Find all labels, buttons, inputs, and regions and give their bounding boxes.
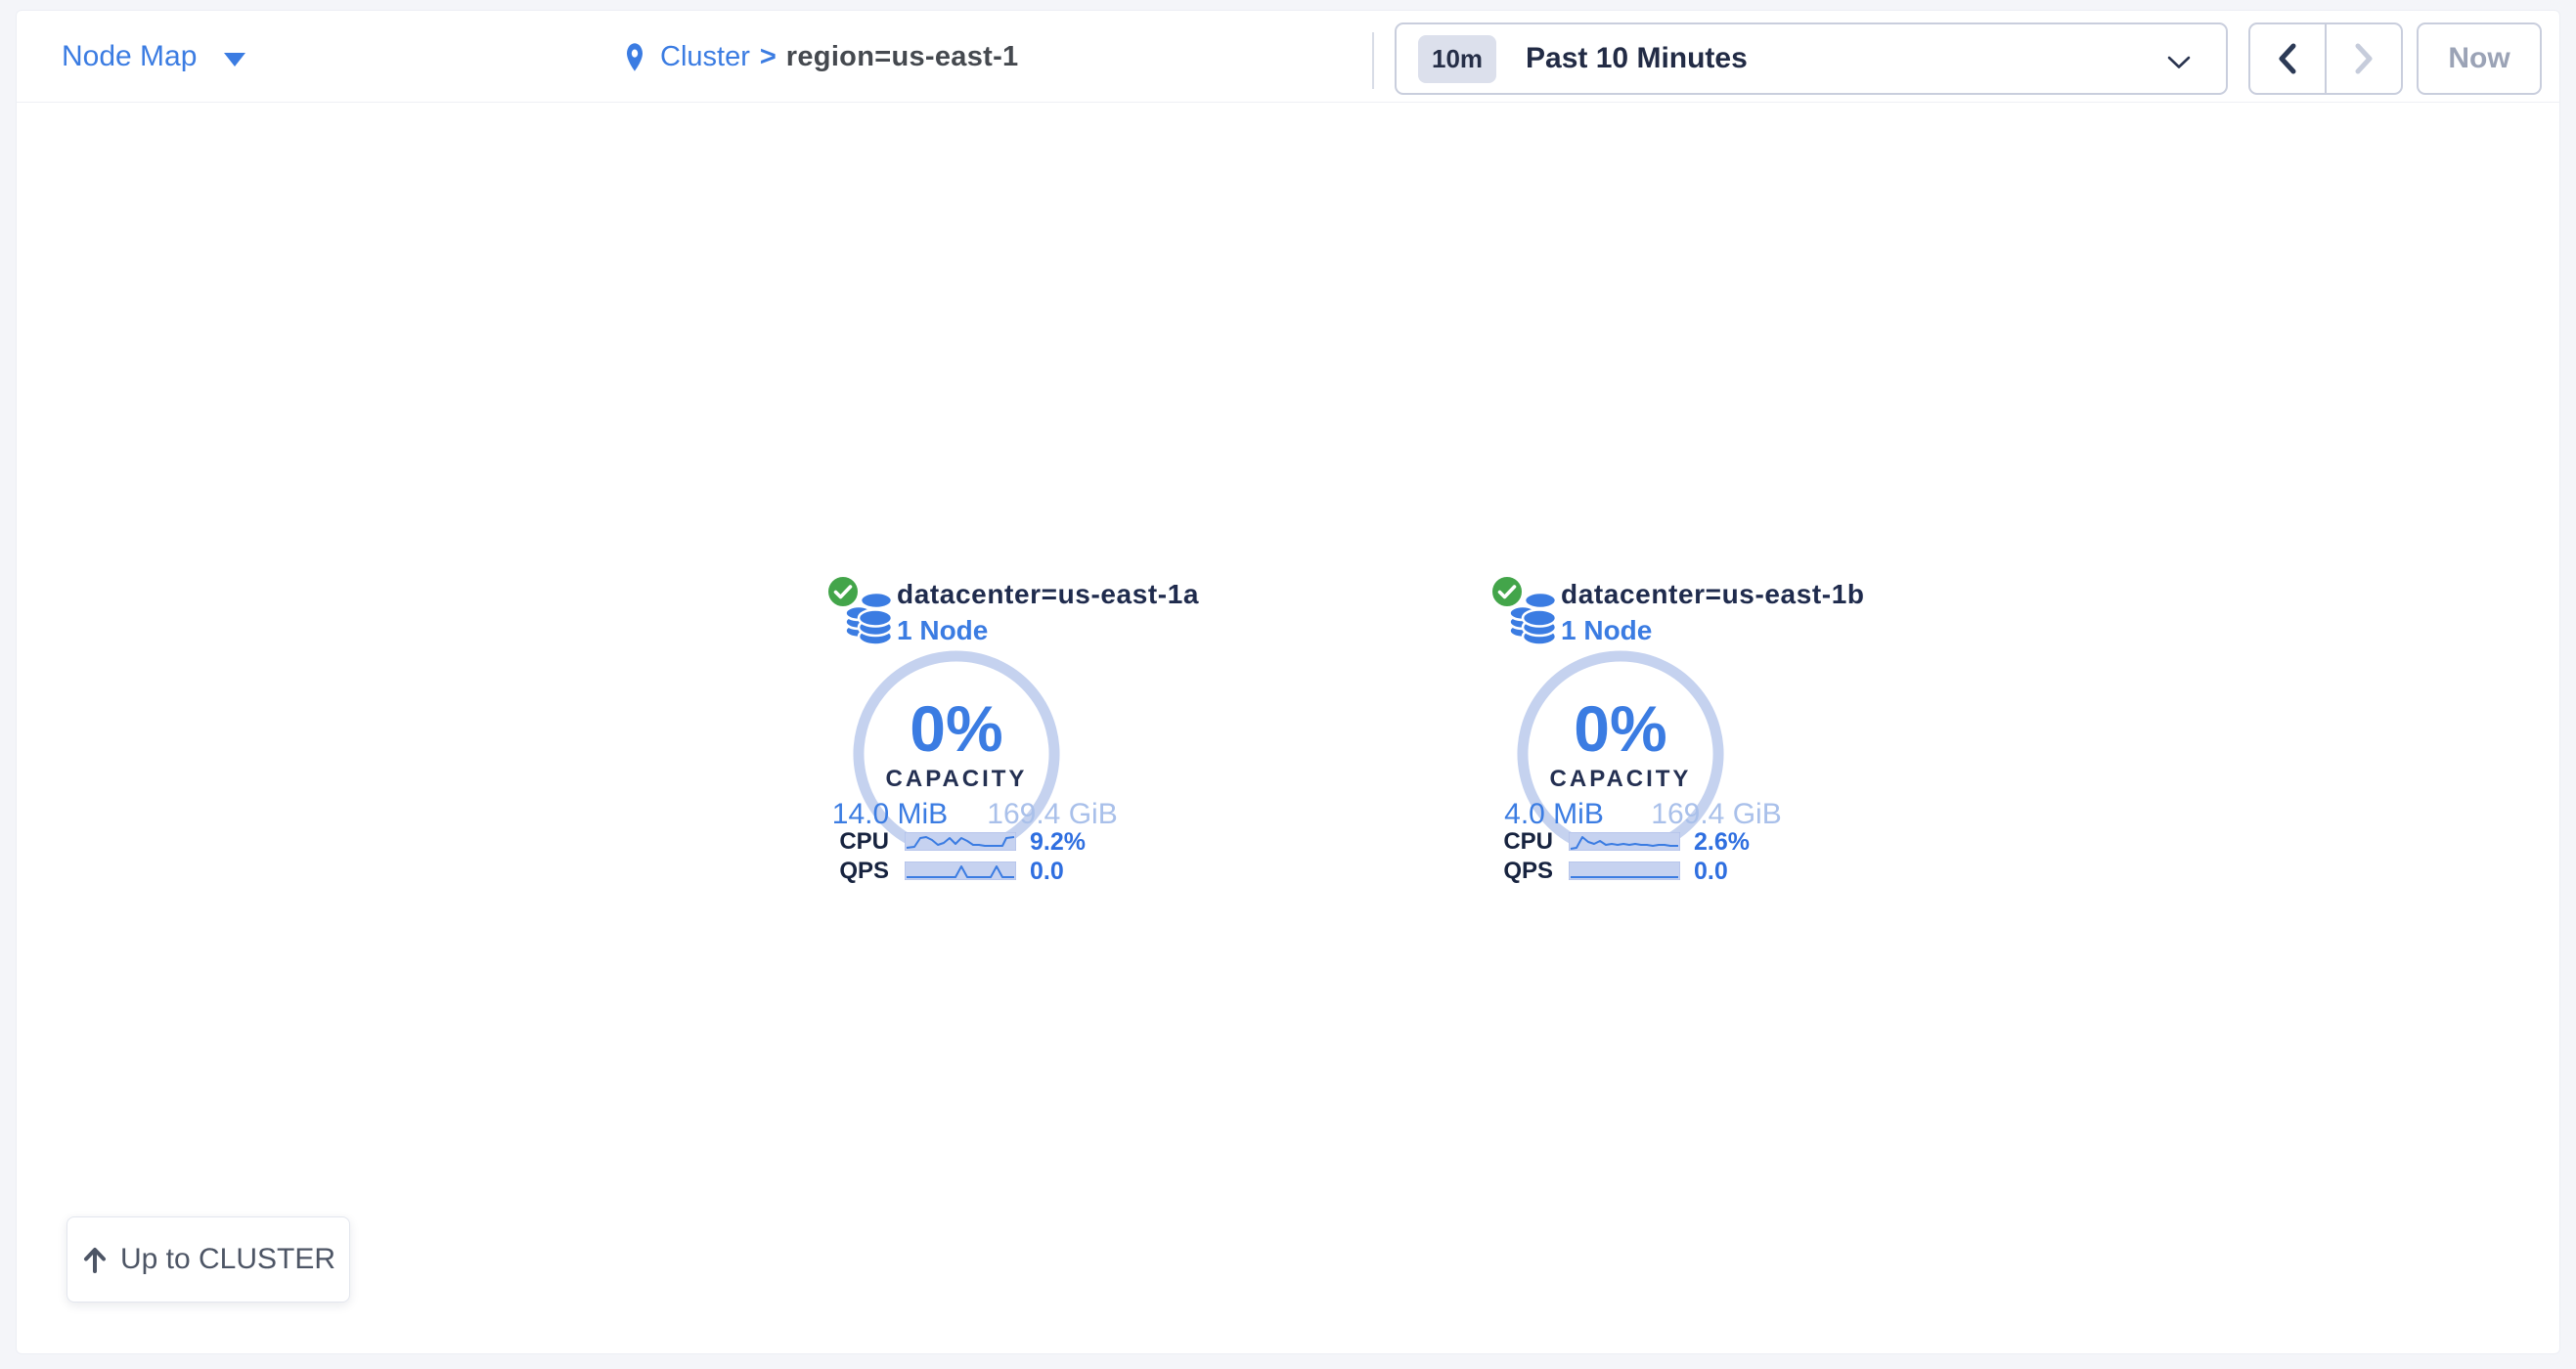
cpu-sparkline [905, 832, 1016, 851]
main-panel: Node Map Cluster > region=us-east-1 10m … [16, 10, 2560, 1354]
chevron-down-icon [2167, 56, 2191, 69]
time-window-badge: 10m [1418, 35, 1496, 83]
datacenter-node-count: 1 Node [1561, 615, 1652, 646]
chevron-left-icon [2277, 43, 2298, 74]
chevron-right-icon [2353, 43, 2375, 74]
up-to-cluster-button[interactable]: Up to CLUSTER [67, 1216, 350, 1303]
capacity-label: CAPACITY [848, 766, 1065, 793]
view-selector-label: Node Map [62, 40, 197, 73]
topbar: Node Map Cluster > region=us-east-1 10m … [17, 11, 2559, 103]
qps-value: 0.0 [1694, 861, 1728, 881]
datacenter-title: datacenter=us-east-1a [897, 579, 1199, 610]
location-pin-icon [623, 42, 646, 72]
qps-label: QPS [1467, 861, 1553, 881]
topbar-divider [1372, 32, 1374, 89]
qps-metric-row: QPS 0.0 [803, 861, 1140, 883]
capacity-percent: 0% [1512, 696, 1729, 761]
time-range-label: Past 10 Minutes [1526, 42, 1748, 75]
arrow-up-icon [81, 1245, 109, 1274]
time-prev-button[interactable] [2250, 24, 2327, 93]
capacity-used: 4.0 MiB [1483, 798, 1625, 831]
capacity-used: 14.0 MiB [819, 798, 961, 831]
breadcrumb-current: region=us-east-1 [786, 41, 1019, 73]
capacity-percent: 0% [848, 696, 1065, 761]
capacity-total: 169.4 GiB [1645, 798, 1788, 831]
up-to-cluster-label: Up to CLUSTER [120, 1243, 335, 1276]
cpu-value: 9.2% [1030, 832, 1086, 852]
cpu-sparkline [1569, 832, 1680, 851]
qps-sparkline [905, 861, 1016, 880]
datacenter-title: datacenter=us-east-1b [1561, 579, 1865, 610]
datacenter-card[interactable]: datacenter=us-east-1b 1 Node 0% CAPACITY… [1467, 566, 1804, 894]
cpu-label: CPU [803, 832, 889, 852]
breadcrumb-separator: > [760, 41, 777, 73]
cpu-value: 2.6% [1694, 832, 1750, 852]
node-map-canvas: datacenter=us-east-1a 1 Node 0% CAPACITY… [17, 104, 2559, 1353]
datacenter-card[interactable]: datacenter=us-east-1a 1 Node 0% CAPACITY… [803, 566, 1140, 894]
node-map-page: Node Map Cluster > region=us-east-1 10m … [0, 0, 2576, 1369]
qps-value: 0.0 [1030, 861, 1064, 881]
qps-label: QPS [803, 861, 889, 881]
time-range-dropdown[interactable]: 10m Past 10 Minutes [1395, 22, 2228, 95]
capacity-label: CAPACITY [1512, 766, 1729, 793]
cpu-metric-row: CPU 2.6% [1467, 832, 1804, 854]
datacenter-node-count: 1 Node [897, 615, 988, 646]
database-stack-icon [844, 590, 895, 646]
now-button[interactable]: Now [2417, 22, 2542, 95]
database-stack-icon [1508, 590, 1559, 646]
qps-metric-row: QPS 0.0 [1467, 861, 1804, 883]
capacity-total: 169.4 GiB [981, 798, 1124, 831]
qps-sparkline [1569, 861, 1680, 880]
cpu-label: CPU [1467, 832, 1553, 852]
time-next-button[interactable] [2327, 24, 2401, 93]
time-nav-group [2248, 22, 2403, 95]
cpu-metric-row: CPU 9.2% [803, 832, 1140, 854]
breadcrumb-cluster-link[interactable]: Cluster [660, 41, 750, 73]
view-selector-dropdown[interactable]: Node Map [62, 11, 245, 103]
breadcrumb: Cluster > region=us-east-1 [623, 11, 1018, 103]
caret-down-icon [224, 53, 245, 66]
